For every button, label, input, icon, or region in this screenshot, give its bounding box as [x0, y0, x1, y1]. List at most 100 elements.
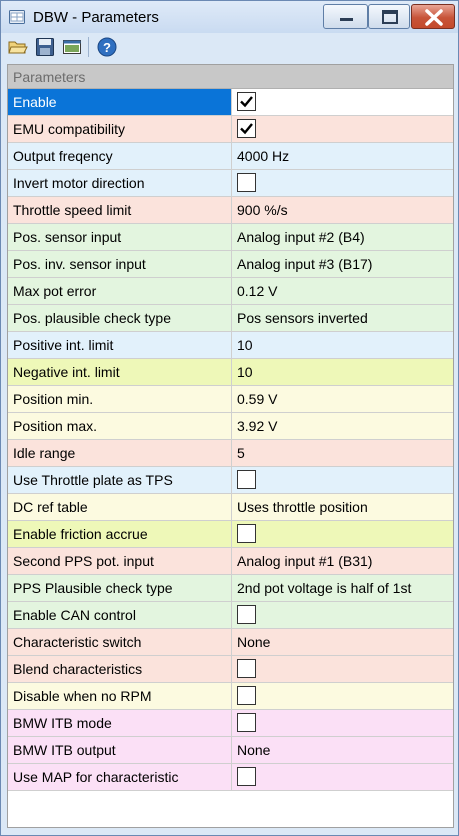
property-row[interactable]: Throttle speed limit 900 %/s: [8, 197, 453, 224]
close-button[interactable]: [411, 4, 455, 29]
property-value[interactable]: 10: [232, 359, 453, 385]
maximize-button[interactable]: [368, 4, 410, 29]
property-name: BMW ITB output: [8, 737, 232, 763]
property-name: Position max.: [8, 413, 232, 439]
property-name: Characteristic switch: [8, 629, 232, 655]
property-name: Enable: [8, 89, 232, 115]
property-row[interactable]: Pos. inv. sensor input Analog input #3 (B…: [8, 251, 453, 278]
property-grid: Parameters Enable EMU compatibility Output…: [7, 64, 454, 828]
property-value[interactable]: Analog input #1 (B31): [232, 548, 453, 574]
property-row[interactable]: BMW ITB mode: [8, 710, 453, 737]
property-name: Pos. inv. sensor input: [8, 251, 232, 277]
property-row[interactable]: Pos. sensor input Analog input #2 (B4): [8, 224, 453, 251]
checkmark-icon: [240, 96, 253, 108]
property-value[interactable]: None: [232, 737, 453, 763]
checkbox[interactable]: [237, 92, 256, 111]
property-row[interactable]: BMW ITB output None: [8, 737, 453, 764]
property-row[interactable]: Position min. 0.59 V: [8, 386, 453, 413]
checkbox[interactable]: [237, 686, 256, 705]
property-name: Enable CAN control: [8, 602, 232, 628]
title-bar[interactable]: DBW - Parameters: [1, 1, 458, 33]
property-value[interactable]: 3.92 V: [232, 413, 453, 439]
property-checkbox-cell[interactable]: [232, 467, 453, 493]
property-value[interactable]: 5: [232, 440, 453, 466]
window-icon[interactable]: [61, 36, 83, 58]
property-row[interactable]: Enable: [8, 89, 453, 116]
save-icon[interactable]: [34, 36, 56, 58]
property-row[interactable]: Use Throttle plate as TPS: [8, 467, 453, 494]
property-row[interactable]: Characteristic switch None: [8, 629, 453, 656]
property-checkbox-cell[interactable]: [232, 170, 453, 196]
checkbox[interactable]: [237, 767, 256, 786]
property-name: Disable when no RPM: [8, 683, 232, 709]
checkbox[interactable]: [237, 470, 256, 489]
property-checkbox-cell[interactable]: [232, 521, 453, 547]
svg-text:?: ?: [103, 40, 111, 55]
property-row[interactable]: Use MAP for characteristic: [8, 764, 453, 791]
property-row[interactable]: PPS Plausible check type 2nd pot voltage …: [8, 575, 453, 602]
property-value[interactable]: Analog input #2 (B4): [232, 224, 453, 250]
property-name: Positive int. limit: [8, 332, 232, 358]
property-row[interactable]: Enable CAN control: [8, 602, 453, 629]
checkmark-icon: [240, 123, 253, 135]
property-name: Enable friction accrue: [8, 521, 232, 547]
toolbar-separator: [88, 37, 89, 57]
checkbox[interactable]: [237, 713, 256, 732]
property-name: Idle range: [8, 440, 232, 466]
property-row[interactable]: Idle range 5: [8, 440, 453, 467]
property-row[interactable]: Disable when no RPM: [8, 683, 453, 710]
property-name: Position min.: [8, 386, 232, 412]
property-name: Pos. sensor input: [8, 224, 232, 250]
minimize-icon: [340, 18, 353, 21]
checkbox[interactable]: [237, 605, 256, 624]
toolbar: ?: [1, 33, 458, 63]
property-row[interactable]: Invert motor direction: [8, 170, 453, 197]
property-value[interactable]: None: [232, 629, 453, 655]
property-value[interactable]: Pos sensors inverted: [232, 305, 453, 331]
checkbox[interactable]: [237, 173, 256, 192]
property-name: Invert motor direction: [8, 170, 232, 196]
property-value[interactable]: 4000 Hz: [232, 143, 453, 169]
property-name: Use MAP for characteristic: [8, 764, 232, 790]
help-icon[interactable]: ?: [96, 36, 118, 58]
property-rows: Enable EMU compatibility Output freqency 40…: [8, 89, 453, 791]
property-value[interactable]: Analog input #3 (B17): [232, 251, 453, 277]
property-row[interactable]: EMU compatibility: [8, 116, 453, 143]
property-checkbox-cell[interactable]: [232, 764, 453, 790]
property-checkbox-cell[interactable]: [232, 683, 453, 709]
folder-open-icon[interactable]: [7, 36, 29, 58]
property-row[interactable]: Pos. plausible check type Pos sensors inv…: [8, 305, 453, 332]
section-header[interactable]: Parameters: [8, 65, 453, 89]
property-row[interactable]: Max pot error 0.12 V: [8, 278, 453, 305]
checkbox[interactable]: [237, 119, 256, 138]
property-checkbox-cell[interactable]: [232, 656, 453, 682]
property-name: EMU compatibility: [8, 116, 232, 142]
property-checkbox-cell[interactable]: [232, 710, 453, 736]
dbw-parameters-window: DBW - Parameters ? Parameters Enable EMU…: [0, 0, 459, 836]
property-row[interactable]: Blend characteristics: [8, 656, 453, 683]
property-name: BMW ITB mode: [8, 710, 232, 736]
property-row[interactable]: Position max. 3.92 V: [8, 413, 453, 440]
property-checkbox-cell[interactable]: [232, 602, 453, 628]
property-name: PPS Plausible check type: [8, 575, 232, 601]
property-name: Negative int. limit: [8, 359, 232, 385]
property-name: Second PPS pot. input: [8, 548, 232, 574]
property-value[interactable]: 0.59 V: [232, 386, 453, 412]
property-row[interactable]: Positive int. limit 10: [8, 332, 453, 359]
property-value[interactable]: 10: [232, 332, 453, 358]
property-row[interactable]: Negative int. limit 10: [8, 359, 453, 386]
property-row[interactable]: Second PPS pot. input Analog input #1 (B3…: [8, 548, 453, 575]
property-name: Output freqency: [8, 143, 232, 169]
property-value[interactable]: 2nd pot voltage is half of 1st: [232, 575, 453, 601]
property-row[interactable]: Enable friction accrue: [8, 521, 453, 548]
property-checkbox-cell[interactable]: [232, 116, 453, 142]
checkbox[interactable]: [237, 659, 256, 678]
checkbox[interactable]: [237, 524, 256, 543]
property-checkbox-cell[interactable]: [232, 89, 453, 115]
property-row[interactable]: Output freqency 4000 Hz: [8, 143, 453, 170]
property-value[interactable]: Uses throttle position: [232, 494, 453, 520]
minimize-button[interactable]: [323, 4, 368, 29]
property-value[interactable]: 0.12 V: [232, 278, 453, 304]
property-row[interactable]: DC ref table Uses throttle position: [8, 494, 453, 521]
property-value[interactable]: 900 %/s: [232, 197, 453, 223]
